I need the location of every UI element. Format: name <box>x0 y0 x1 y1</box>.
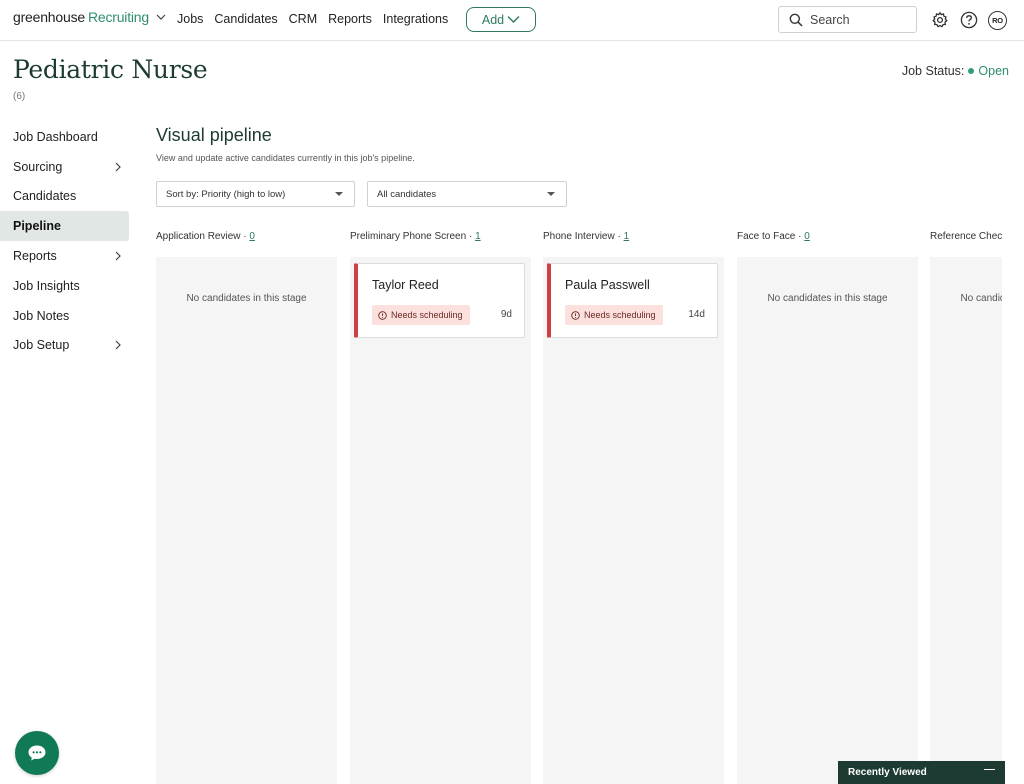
recently-viewed-panel[interactable]: Recently Viewed <box>838 761 1005 784</box>
stage-count-link[interactable]: 0 <box>804 231 810 242</box>
section-title: Visual pipeline <box>156 125 272 145</box>
chevron-right-icon <box>115 341 121 350</box>
status-badge: Needs scheduling <box>372 305 470 325</box>
sidebar-item-reports[interactable]: Reports <box>0 241 129 271</box>
sidebar: Job Dashboard Sourcing Candidates Pipeli… <box>0 122 129 360</box>
sidebar-item-candidates[interactable]: Candidates <box>0 182 129 212</box>
sidebar-item-label: Reports <box>13 249 57 264</box>
days-in-stage: 9d <box>500 309 512 320</box>
sort-select[interactable]: Sort by: Priority (high to low) <box>156 181 355 207</box>
sidebar-item-label: Sourcing <box>13 159 63 174</box>
brand-name: greenhouse <box>13 9 85 25</box>
stage-count-link[interactable]: 1 <box>475 231 481 242</box>
stage-name: Phone Interview <box>543 231 615 242</box>
add-button-label: Add <box>481 12 505 27</box>
candidate-card[interactable]: Taylor Reed Needs scheduling 9d <box>354 263 525 338</box>
sort-select-value: Sort by: Priority (high to low) <box>166 188 286 200</box>
stage-count-link[interactable]: 1 <box>624 231 630 242</box>
nav-reports[interactable]: Reports <box>328 12 372 26</box>
sidebar-item-label: Candidates <box>13 189 77 204</box>
product-switcher[interactable]: greenhouse Recruiting <box>13 9 166 25</box>
stage-dropzone[interactable]: No candidates in this stage <box>156 257 337 784</box>
help-icon[interactable] <box>960 11 978 29</box>
stage-column: Phone Interview · 1 Paula Passwell Needs… <box>543 229 724 784</box>
nav-integrations[interactable]: Integrations <box>383 12 448 26</box>
chevron-right-icon <box>115 251 121 261</box>
section-subtitle: View and update active candidates curren… <box>156 153 415 163</box>
stage-column: Face to Face · 0 No candidates in this s… <box>737 229 918 784</box>
stage-column: Application Review · 0 No candidates in … <box>156 229 337 784</box>
top-nav: greenhouse Recruiting Jobs Candidates CR… <box>0 0 1024 41</box>
alert-circle-icon <box>571 310 580 320</box>
stage-header: Reference Check <box>930 229 1002 257</box>
sidebar-item-job-setup[interactable]: Job Setup <box>0 331 129 361</box>
page-title: Pediatric Nurse <box>13 55 208 84</box>
sidebar-item-job-notes[interactable]: Job Notes <box>0 301 129 331</box>
stage-header: Face to Face · 0 <box>737 231 810 242</box>
empty-stage-text: No candidates in this stage <box>960 293 1002 304</box>
stage-column: Preliminary Phone Screen · 1 Taylor Reed… <box>350 229 531 784</box>
candidate-filter-select[interactable]: All candidates <box>367 181 567 207</box>
status-badge: Needs scheduling <box>565 305 663 325</box>
stage-dropzone[interactable]: Paula Passwell Needs scheduling 14d <box>543 257 724 784</box>
product-name: Recruiting <box>87 9 149 25</box>
search-input[interactable] <box>810 12 905 27</box>
status-badge-label: Needs scheduling <box>584 310 656 320</box>
empty-stage-text: No candidates in this stage <box>767 293 888 304</box>
sidebar-item-label: Pipeline <box>13 219 61 234</box>
stage-name: Application Review <box>156 231 241 242</box>
status-dot-icon <box>968 68 975 74</box>
stage-column: Reference Check No candidates in this st… <box>930 229 1002 784</box>
sidebar-item-label: Job Setup <box>13 338 70 353</box>
stage-name: Face to Face <box>737 231 796 242</box>
stage-name: Reference Check <box>930 231 1002 242</box>
stage-header: Preliminary Phone Screen · 1 <box>350 231 481 242</box>
caret-down-icon <box>335 192 343 196</box>
chat-button[interactable] <box>15 731 59 775</box>
candidate-name[interactable]: Paula Passwell <box>565 278 650 292</box>
status-badge-label: Needs scheduling <box>391 310 463 320</box>
sidebar-item-job-dashboard[interactable]: Job Dashboard <box>0 122 129 152</box>
job-status: Job Status: Open <box>902 64 1009 78</box>
days-in-stage: 14d <box>688 309 705 320</box>
nav-jobs[interactable]: Jobs <box>177 12 203 26</box>
gear-icon[interactable] <box>931 11 949 29</box>
search-box[interactable] <box>778 6 917 33</box>
pipeline-board: Application Review · 0 No candidates in … <box>156 229 1002 784</box>
empty-stage-text: No candidates in this stage <box>186 293 307 304</box>
job-status-value[interactable]: Open <box>978 64 1009 78</box>
candidate-count: (6) <box>13 91 26 102</box>
caret-down-icon <box>547 192 555 196</box>
nav-crm[interactable]: CRM <box>289 12 317 26</box>
sidebar-item-sourcing[interactable]: Sourcing <box>0 152 129 182</box>
main-nav: Jobs Candidates CRM Reports Integrations <box>177 12 459 26</box>
nav-candidates[interactable]: Candidates <box>214 12 277 26</box>
add-button[interactable]: Add <box>466 7 536 32</box>
minimize-icon[interactable] <box>984 768 995 771</box>
sidebar-item-job-insights[interactable]: Job Insights <box>0 271 129 301</box>
chevron-down-icon <box>507 16 520 23</box>
stage-header: Phone Interview · 1 <box>543 231 630 242</box>
sidebar-item-label: Job Insights <box>13 278 80 293</box>
chat-bubble-icon <box>28 745 46 761</box>
stage-name: Preliminary Phone Screen <box>350 231 467 242</box>
avatar[interactable]: RO <box>988 11 1007 30</box>
sidebar-item-label: Job Notes <box>13 308 70 323</box>
stage-header: Application Review · 0 <box>156 231 255 242</box>
chevron-right-icon <box>115 162 121 172</box>
chevron-down-icon <box>156 14 166 20</box>
candidate-name[interactable]: Taylor Reed <box>372 278 439 292</box>
job-status-label: Job Status: <box>901 64 965 78</box>
sidebar-item-label: Job Dashboard <box>13 129 98 144</box>
sidebar-item-pipeline[interactable]: Pipeline <box>0 211 129 242</box>
stage-count-link[interactable]: 0 <box>249 231 255 242</box>
search-icon <box>789 13 803 27</box>
stage-dropzone[interactable]: No candidates in this stage <box>737 257 918 784</box>
alert-circle-icon <box>378 310 387 320</box>
candidate-card[interactable]: Paula Passwell Needs scheduling 14d <box>547 263 718 338</box>
recently-viewed-label: Recently Viewed <box>848 767 927 778</box>
stage-dropzone[interactable]: Taylor Reed Needs scheduling 9d <box>350 257 531 784</box>
stage-dropzone[interactable]: No candidates in this stage <box>930 257 1002 784</box>
filter-select-value: All candidates <box>377 188 437 200</box>
